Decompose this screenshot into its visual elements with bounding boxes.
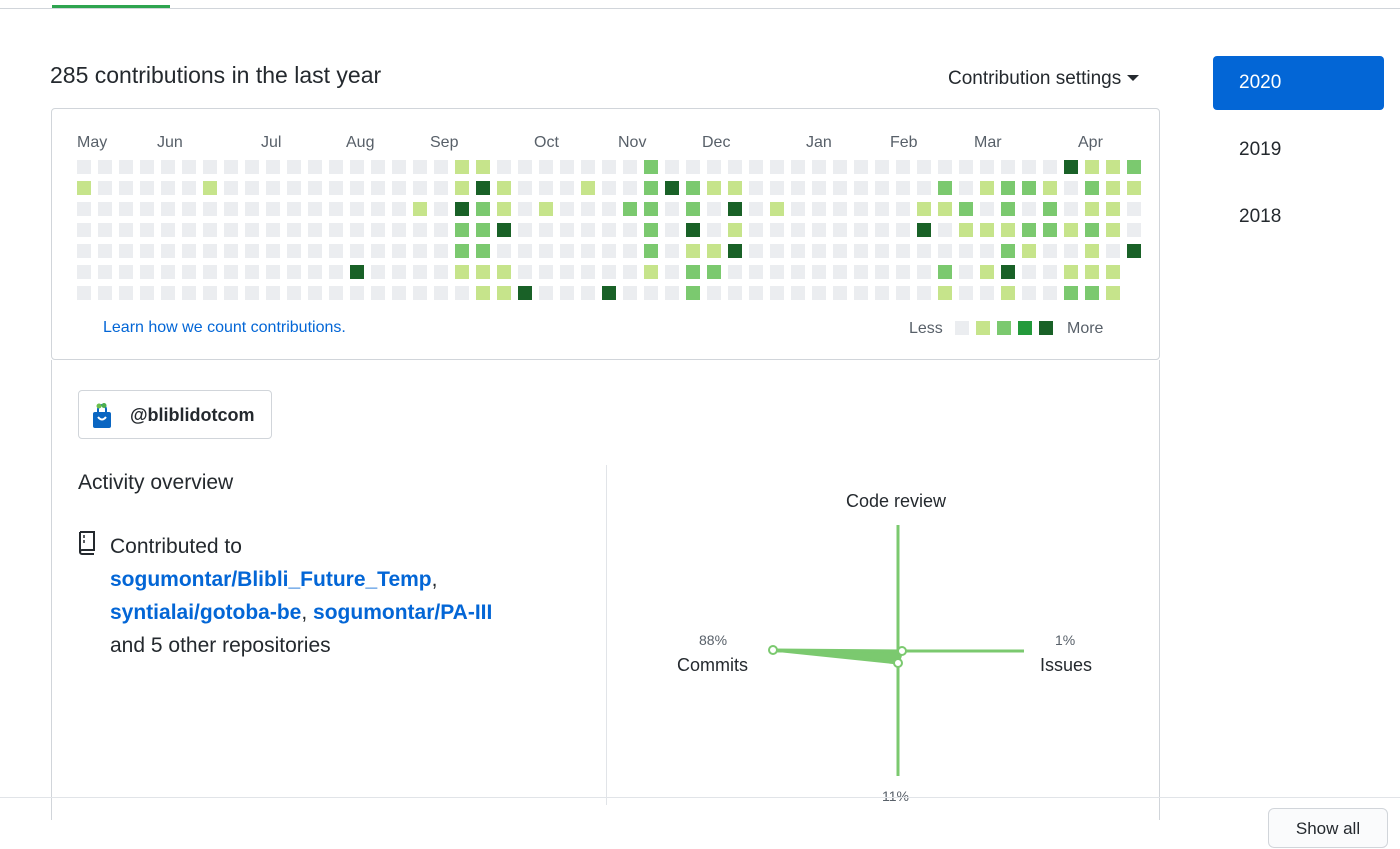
radar-point-commits: [768, 645, 778, 655]
radar-label-commits: Commits: [677, 655, 748, 675]
radar-label-issues: Issues: [1040, 655, 1093, 675]
radar-pct-issues: 1%: [1055, 632, 1076, 648]
bottom-divider: [0, 797, 1400, 798]
year-2019-button[interactable]: 2019: [1213, 123, 1384, 177]
radar-pct-commits: 88%: [699, 632, 728, 648]
show-more-button[interactable]: Show all: [1268, 808, 1388, 848]
year-2020-button[interactable]: 2020: [1213, 56, 1384, 110]
radar-svg: [768, 525, 1024, 776]
radar-point-pull-requests: [893, 658, 903, 668]
radar-label-code-review: Code review: [846, 491, 947, 511]
radar-area: [771, 648, 904, 665]
year-2018-button[interactable]: 2018: [1213, 190, 1384, 244]
radar-point-issues: [897, 646, 907, 656]
radar-pct-pull-requests: 11%: [882, 788, 909, 804]
